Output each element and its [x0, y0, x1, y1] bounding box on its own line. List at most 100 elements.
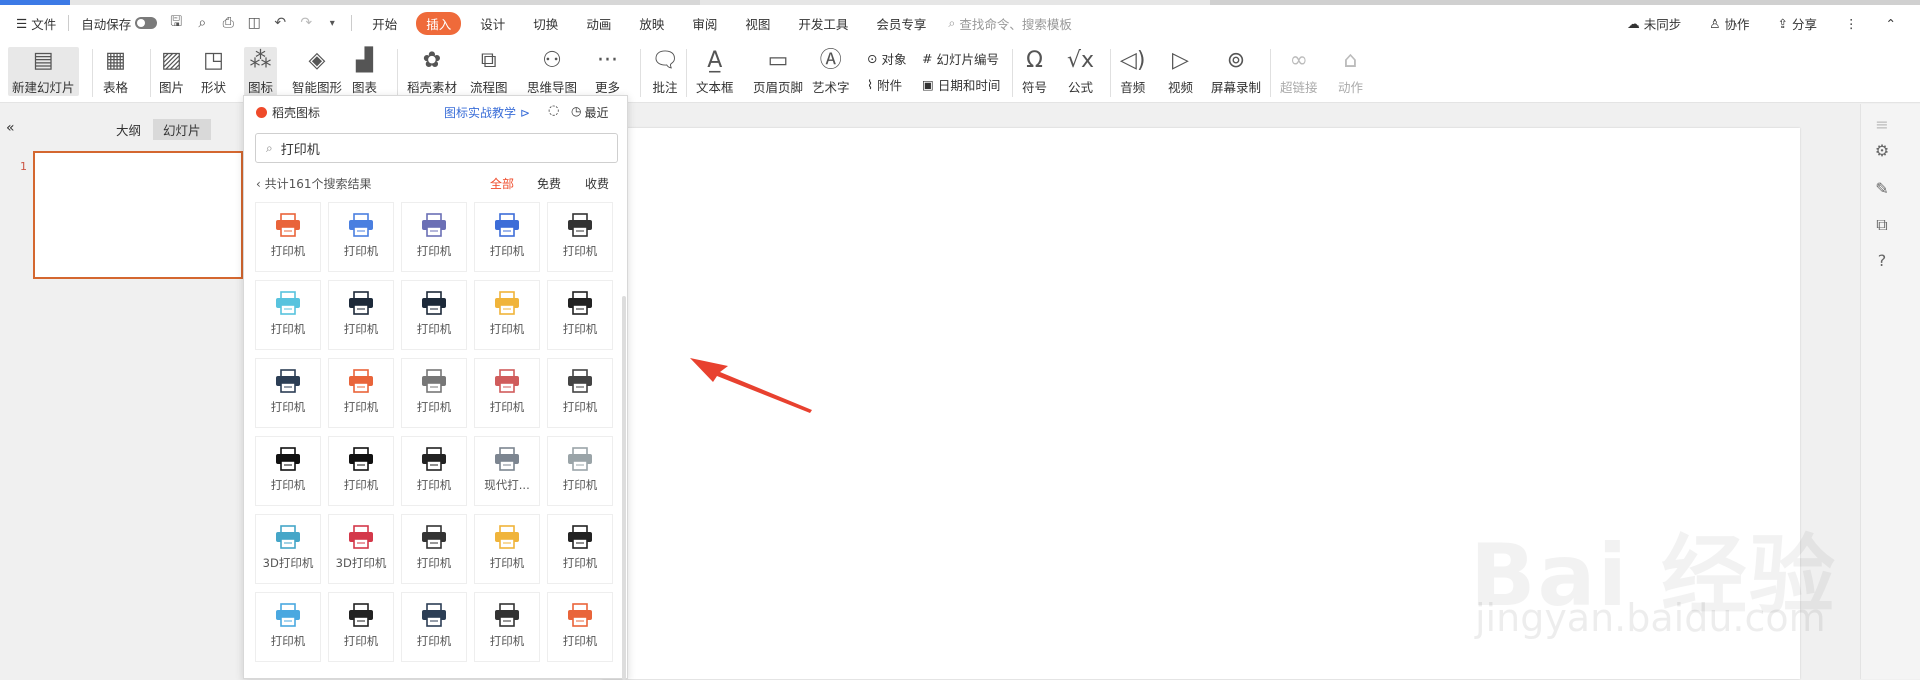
action-button[interactable]: ⌂ 动作	[1338, 47, 1363, 96]
icon-result-item[interactable]: 打印机	[255, 202, 321, 272]
date-time-button[interactable]: ▣ 日期和时间	[922, 75, 1000, 94]
hyperlink-button[interactable]: ∞ 超链接	[1280, 47, 1318, 96]
icon-result-item[interactable]: 打印机	[474, 280, 540, 350]
icon-result-item[interactable]: 打印机	[401, 514, 467, 584]
icon-result-item[interactable]: 打印机	[401, 202, 467, 272]
tab-outline[interactable]: 大纲	[116, 120, 141, 139]
collab-button[interactable]: ♙ 协作	[1703, 14, 1755, 33]
picture-button[interactable]: ▨ 图片	[159, 47, 184, 96]
icon-result-item[interactable]: 打印机	[547, 514, 613, 584]
icon-result-item[interactable]: 3D打印机	[328, 514, 394, 584]
table-button[interactable]: ▦ 表格	[103, 47, 128, 96]
properties-icon[interactable]: ⚙	[1869, 138, 1895, 164]
slide-number-button[interactable]: # 幻灯片编号	[922, 49, 999, 68]
icon-result-item[interactable]: 打印机	[328, 280, 394, 350]
object-button[interactable]: ⊙ 对象	[867, 49, 907, 68]
flowchart-button[interactable]: ⧉ 流程图	[470, 47, 508, 96]
material-button[interactable]: ✿ 稻壳素材	[407, 47, 457, 96]
share-button[interactable]: ⇪ 分享	[1772, 14, 1824, 33]
icon-result-item[interactable]: 打印机	[547, 358, 613, 428]
animation-pin-icon[interactable]: ✎	[1869, 176, 1895, 202]
chat-icon[interactable]: ◌	[548, 103, 559, 118]
icon-search-input[interactable]	[280, 140, 581, 156]
icon-result-item[interactable]: 打印机	[547, 280, 613, 350]
icon-result-item[interactable]: 打印机	[401, 436, 467, 506]
tab-member[interactable]: 会员专享	[862, 14, 940, 33]
filter-all[interactable]: 全部	[490, 175, 514, 192]
symbol-button[interactable]: Ω 符号	[1022, 47, 1047, 96]
tab-insert[interactable]: 插入	[416, 11, 462, 35]
undo-icon[interactable]: ↶	[267, 15, 293, 31]
audio-button[interactable]: ◁) 音频	[1120, 47, 1146, 96]
print-preview-icon[interactable]: ◫	[241, 15, 267, 31]
tab-slideshow[interactable]: 放映	[625, 14, 678, 33]
tab-slides[interactable]: 幻灯片	[153, 119, 211, 140]
tutorial-link[interactable]: 图标实战教学 ⊳	[444, 104, 530, 121]
video-button[interactable]: ▷ 视频	[1168, 47, 1193, 96]
sync-button[interactable]: ☁ 未同步	[1621, 14, 1687, 33]
screen-record-button[interactable]: ⊚ 屏幕录制	[1211, 47, 1261, 96]
filter-free[interactable]: 免费	[537, 175, 561, 192]
chart-button[interactable]: ▟ 图表	[352, 47, 377, 96]
recent-button[interactable]: ◷ 最近	[571, 104, 609, 121]
icon-result-item[interactable]: 打印机	[474, 592, 540, 662]
new-slide-button[interactable]: ▤ 新建幻灯片	[8, 47, 79, 96]
icon-result-item[interactable]: 打印机	[547, 592, 613, 662]
icon-result-item[interactable]: 打印机	[328, 202, 394, 272]
collapse-ribbon-icon[interactable]: ⌃	[1880, 16, 1902, 31]
command-search[interactable]: ⌕ 查找命令、搜索模板	[948, 14, 1072, 33]
autosave-toggle[interactable]: 自动保存	[75, 14, 163, 33]
tab-design[interactable]: 设计	[466, 14, 519, 33]
icon-result-item[interactable]: 打印机	[255, 358, 321, 428]
tab-transition[interactable]: 切换	[519, 14, 572, 33]
print-icon[interactable]: ⎙	[215, 15, 241, 31]
header-footer-button[interactable]: ▭ 页眉页脚	[753, 47, 803, 96]
icon-result-item[interactable]: 打印机	[547, 202, 613, 272]
popup-scrollbar[interactable]	[622, 296, 626, 680]
transition-icon[interactable]: ⧉	[1869, 212, 1895, 238]
tab-review[interactable]: 审阅	[678, 14, 731, 33]
icon-result-item[interactable]: 打印机	[401, 358, 467, 428]
icon-search-box[interactable]: ⌕	[255, 133, 618, 163]
textbox-button[interactable]: A̲ 文本框	[696, 47, 734, 96]
wordart-button[interactable]: Ⓐ 艺术字	[812, 47, 850, 96]
icon-result-item[interactable]: 打印机	[401, 280, 467, 350]
slide-thumbnail[interactable]	[33, 151, 243, 279]
filter-paid[interactable]: 收费	[585, 175, 609, 192]
redo-icon[interactable]: ↷	[293, 15, 319, 31]
tab-view[interactable]: 视图	[731, 14, 784, 33]
tab-developer[interactable]: 开发工具	[784, 14, 862, 33]
collapse-panel-icon[interactable]: «	[6, 120, 15, 136]
tab-home[interactable]: 开始	[358, 14, 411, 33]
icon-result-item[interactable]: 打印机	[328, 592, 394, 662]
icon-result-item[interactable]: 打印机	[255, 436, 321, 506]
mindmap-button[interactable]: ⚇ 思维导图	[527, 47, 577, 96]
save-icon[interactable]: 🖫	[163, 11, 189, 35]
comment-button[interactable]: 🗨 批注	[651, 47, 679, 96]
help-icon[interactable]: ?	[1869, 248, 1895, 274]
icon-result-item[interactable]: 打印机	[474, 514, 540, 584]
icon-button[interactable]: ⁂ 图标	[244, 47, 278, 96]
customize-icon[interactable]: ▾	[319, 18, 345, 29]
icon-result-item[interactable]: 现代打...	[474, 436, 540, 506]
more-menu-icon[interactable]: ⋮	[1839, 16, 1864, 31]
icon-result-item[interactable]: 打印机	[401, 592, 467, 662]
icon-result-item[interactable]: 打印机	[474, 202, 540, 272]
smart-graphic-button[interactable]: ◈ 智能图形	[292, 47, 342, 96]
icon-result-item[interactable]: 打印机	[255, 280, 321, 350]
file-menu[interactable]: ☰ 文件	[10, 14, 62, 33]
icon-result-item[interactable]: 打印机	[328, 436, 394, 506]
icon-result-item[interactable]: 打印机	[474, 358, 540, 428]
attachment-button[interactable]: ⌇ 附件	[867, 75, 902, 94]
vertical-scrollbar[interactable]	[1842, 104, 1860, 679]
icon-result-item[interactable]: 打印机	[255, 592, 321, 662]
icon-result-item[interactable]: 3D打印机	[255, 514, 321, 584]
formula-button[interactable]: √x 公式	[1067, 47, 1094, 96]
icon-result-item[interactable]: 打印机	[328, 358, 394, 428]
export-icon[interactable]: ⌕	[189, 15, 215, 31]
tab-animation[interactable]: 动画	[572, 14, 625, 33]
back-chevron-icon[interactable]: ‹	[256, 177, 261, 191]
shape-button[interactable]: ◳ 形状	[201, 47, 226, 96]
icon-result-item[interactable]: 打印机	[547, 436, 613, 506]
more-button[interactable]: ··· 更多	[595, 47, 620, 96]
